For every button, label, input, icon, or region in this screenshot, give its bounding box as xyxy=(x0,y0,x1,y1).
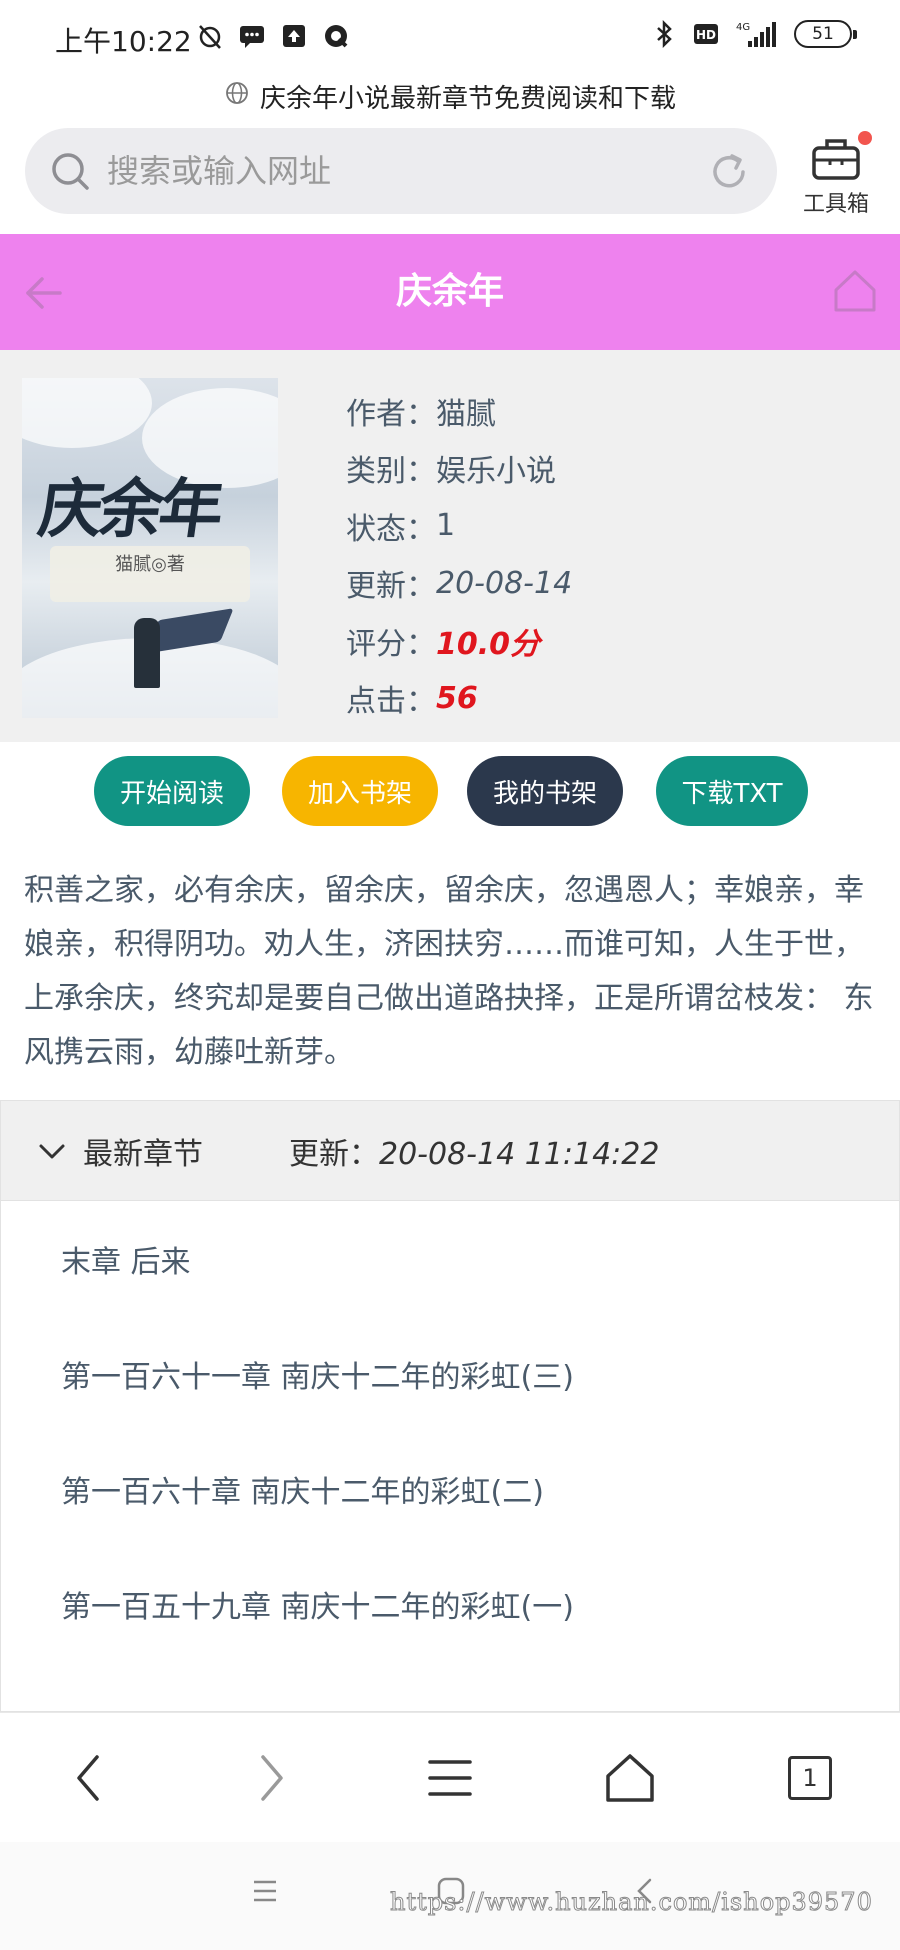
menu-button[interactable] xyxy=(415,1743,485,1813)
tabs-button[interactable]: 1 xyxy=(775,1743,845,1813)
status-time: 上午10:22 xyxy=(55,25,192,58)
signal-icon: 4G xyxy=(734,20,780,48)
home-icon[interactable] xyxy=(830,266,880,320)
chapter-link[interactable]: 末章 后来 xyxy=(1,1201,899,1316)
add-to-shelf-button[interactable]: 加入书架 xyxy=(282,756,438,826)
back-button[interactable] xyxy=(54,1743,124,1813)
book-description: 积善之家，必有余庆，留余庆，留余庆，忽遇恩人；幸娘亲，幸娘亲，积得阴功。劝人生，… xyxy=(24,873,874,1070)
status-bar: 上午10:22 HD 4G 51 xyxy=(0,0,900,72)
site-header: 庆余年 xyxy=(0,234,900,350)
chapter-link[interactable]: 第一百六十章 南庆十二年的彩虹(二) xyxy=(1,1431,899,1546)
bluetooth-icon xyxy=(650,20,678,48)
meta-rating: 评分： 10.0分 xyxy=(346,626,541,662)
browser-app-icon xyxy=(322,22,350,50)
meta-clicks: 点击： 56 xyxy=(346,680,478,720)
chapters-update: 更新：20-08-14 11:14:22 xyxy=(289,1137,660,1172)
chevron-left-icon xyxy=(77,1755,99,1801)
toolbox-label: 工具箱 xyxy=(802,192,869,217)
chapter-link[interactable]: 第一百五十九章 南庆十二年的彩虹(一) xyxy=(1,1546,899,1661)
status-system-icons: HD 4G 51 xyxy=(650,20,857,48)
chapter-link[interactable]: 第一百六十一章 南庆十二年的彩虹(三) xyxy=(1,1316,899,1431)
address-bar[interactable] xyxy=(25,128,777,214)
page-title-bar: 庆余年小说最新章节免费阅读和下载 xyxy=(0,72,900,120)
home-outline-icon xyxy=(606,1754,654,1802)
book-cover[interactable]: 庆余年 猫腻◎著 xyxy=(22,378,278,718)
search-input[interactable] xyxy=(107,146,697,196)
watermark: https://www.huzhan.com/ishop39570 xyxy=(390,1888,873,1917)
action-buttons: 开始阅读 加入书架 我的书架 下载TXT xyxy=(0,756,900,826)
chapters-title: 最新章节 xyxy=(83,1137,203,1172)
battery-level: 51 xyxy=(812,24,834,44)
chapter-list: 末章 后来 第一百六十一章 南庆十二年的彩虹(三) 第一百六十章 南庆十二年的彩… xyxy=(1,1201,899,1661)
message-icon xyxy=(238,22,266,50)
network-type-label: 4G xyxy=(736,22,750,33)
meta-author: 作者： 猫腻 xyxy=(346,396,496,432)
notification-dot xyxy=(858,131,872,145)
hd-icon: HD xyxy=(692,20,720,48)
chapters-header[interactable]: 最新章节 更新：20-08-14 11:14:22 xyxy=(1,1101,899,1201)
svg-text:HD: HD xyxy=(696,28,716,42)
meta-updated: 更新： 20-08-14 xyxy=(346,565,573,605)
upload-icon xyxy=(280,22,308,50)
tab-count: 1 xyxy=(788,1756,832,1800)
start-reading-button[interactable]: 开始阅读 xyxy=(94,756,250,826)
meta-category: 类别： 娱乐小说 xyxy=(346,454,556,490)
recent-apps-icon[interactable] xyxy=(250,1876,280,1910)
battery-indicator: 51 xyxy=(794,20,857,48)
chevron-down-icon xyxy=(37,1137,67,1171)
book-title-header: 庆余年 xyxy=(395,271,504,312)
chevron-right-icon xyxy=(261,1755,283,1801)
alarm-off-icon xyxy=(196,22,224,50)
my-shelf-button[interactable]: 我的书架 xyxy=(467,756,623,826)
meta-status: 状态： 1 xyxy=(346,508,456,547)
globe-icon xyxy=(224,80,250,113)
browser-toolbar: 1 xyxy=(0,1712,900,1842)
search-icon xyxy=(49,150,93,198)
cover-title: 庆余年 xyxy=(33,472,225,547)
forward-button[interactable] xyxy=(236,1743,306,1813)
status-notification-icons xyxy=(196,22,350,50)
toolbox-button[interactable]: 工具箱 xyxy=(796,128,876,218)
toolbox-icon xyxy=(808,134,864,188)
page-title: 庆余年小说最新章节免费阅读和下载 xyxy=(259,83,676,114)
home-button[interactable] xyxy=(595,1743,665,1813)
menu-icon xyxy=(428,1760,472,1796)
book-info-section: 庆余年 猫腻◎著 作者： 猫腻 类别： 娱乐小说 状态： 1 更新： 20-08-14 … xyxy=(0,350,900,742)
book-meta: 作者： 猫腻 类别： 娱乐小说 状态： 1 更新： 20-08-14 评分： 10.0分 … xyxy=(346,382,866,727)
download-txt-button[interactable]: 下载TXT xyxy=(656,756,808,826)
cover-author: 猫腻◎著 xyxy=(115,554,185,575)
refresh-icon[interactable] xyxy=(707,150,751,198)
latest-chapters-panel: 最新章节 更新：20-08-14 11:14:22 末章 后来 第一百六十一章 … xyxy=(0,1100,900,1712)
